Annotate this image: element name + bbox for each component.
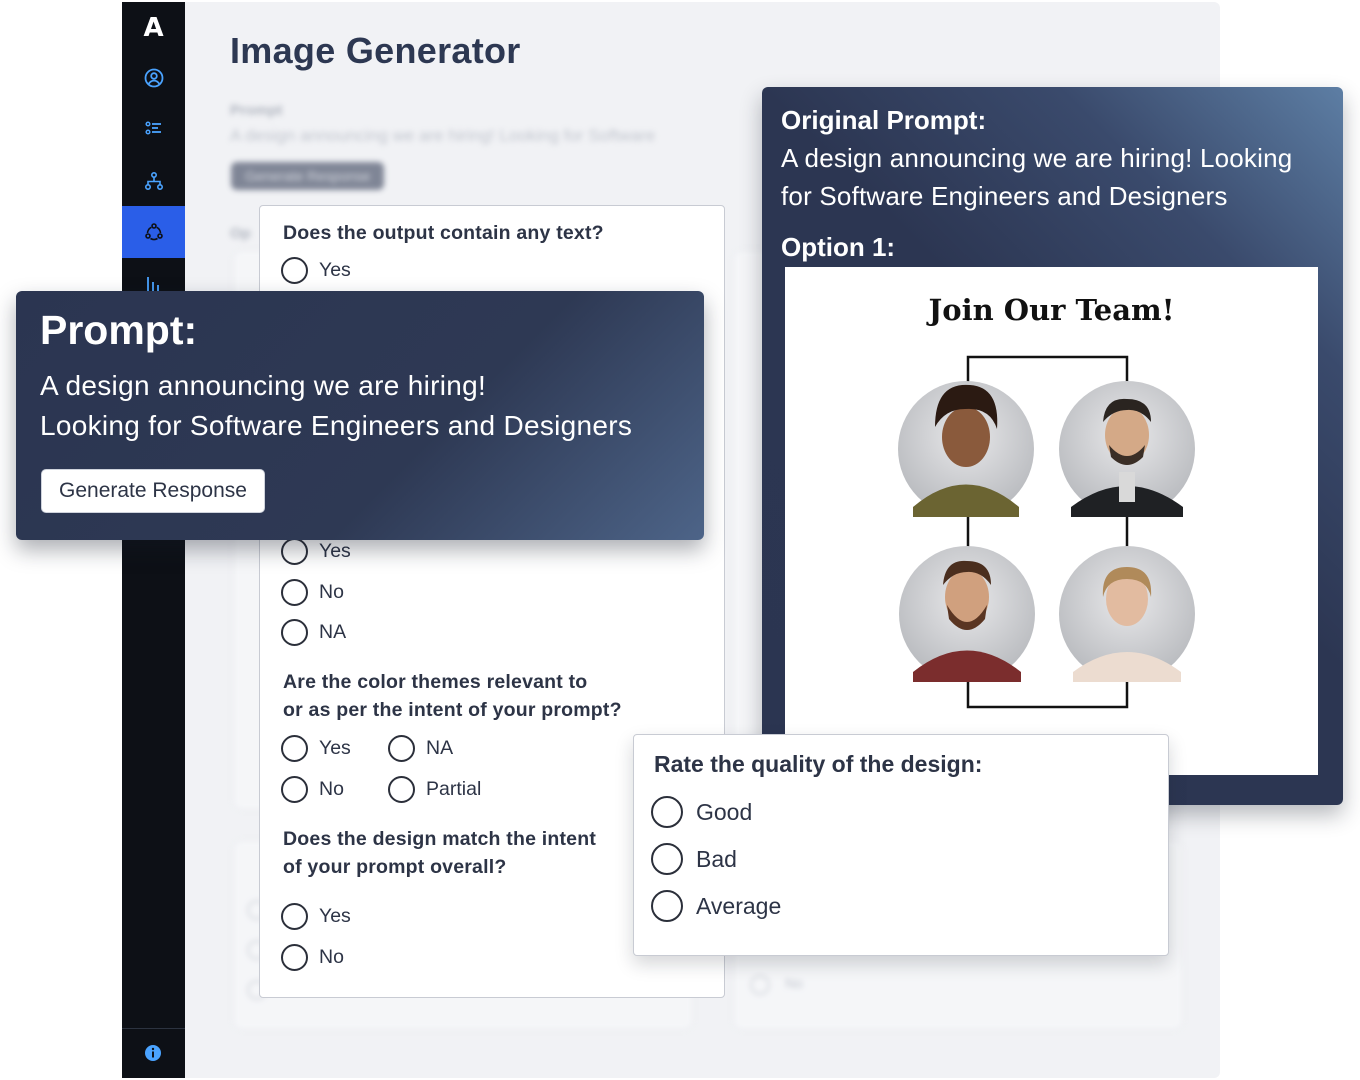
team-member-photo <box>898 381 1034 517</box>
prompt-title: Prompt: <box>40 307 198 353</box>
radio-button[interactable] <box>281 538 308 565</box>
original-prompt-panel: Original Prompt: A design announcing we … <box>762 87 1343 805</box>
radio-label: NA <box>426 737 454 759</box>
team-member-photo <box>1059 381 1195 517</box>
radio-button[interactable] <box>281 735 308 762</box>
radio-option[interactable]: Yes <box>281 538 351 565</box>
blurred-prompt-text: A design announcing we are hiring! Looki… <box>230 126 656 145</box>
prompt-text: A design announcing we are hiring! Looki… <box>40 366 700 446</box>
radio-button[interactable] <box>281 257 308 284</box>
question-line: Does the design match the intent <box>283 828 597 850</box>
radio-option[interactable]: No <box>281 776 344 803</box>
question-line: Are the color themes relevant to <box>283 671 588 693</box>
radio-option[interactable]: NA <box>281 619 346 646</box>
team-member-photo <box>899 546 1035 682</box>
question-text: Does the design match the intent of your… <box>283 825 596 881</box>
blurred-radio <box>750 975 770 995</box>
radio-label: No <box>319 778 344 800</box>
radio-button[interactable] <box>651 843 683 875</box>
sidebar-item-hierarchy[interactable] <box>122 155 185 207</box>
radio-option[interactable]: Yes <box>281 257 351 284</box>
radio-label: No <box>319 946 344 968</box>
radio-option-bad[interactable]: Bad <box>651 843 737 875</box>
sidebar-item-profile[interactable] <box>122 52 185 104</box>
radio-button[interactable] <box>281 944 308 971</box>
list-icon <box>144 121 161 135</box>
sidebar-item-workflow[interactable] <box>122 206 185 258</box>
radio-button[interactable] <box>388 735 415 762</box>
prompt-line: A design announcing we are hiring! <box>40 370 487 401</box>
radio-label: Average <box>696 892 782 919</box>
radio-button[interactable] <box>651 796 683 828</box>
original-prompt-line: for Software Engineers and Designers <box>781 181 1228 211</box>
sidebar-divider <box>122 1028 185 1029</box>
radio-label: No <box>319 581 344 603</box>
original-prompt-title: Original Prompt: <box>781 105 987 135</box>
radio-option[interactable]: No <box>281 944 344 971</box>
radio-label: Yes <box>319 737 351 759</box>
question-text: Does the output contain any text? <box>283 222 604 244</box>
app-logo: A <box>143 13 164 43</box>
rate-quality-card: Rate the quality of the design: Good Bad… <box>633 734 1169 956</box>
radio-label: Yes <box>319 905 351 927</box>
user-circle-icon <box>144 68 163 88</box>
blurred-generate-button: Generate Response <box>231 162 385 190</box>
radio-button[interactable] <box>388 776 415 803</box>
cycle-icon <box>144 223 163 241</box>
sidebar: A <box>122 2 185 1078</box>
prompt-line: Looking for Software Engineers and Desig… <box>40 410 633 441</box>
original-prompt-text: A design announcing we are hiring! Looki… <box>781 139 1341 215</box>
radio-button[interactable] <box>281 579 308 606</box>
radio-option[interactable]: Partial <box>388 776 481 803</box>
sidebar-item-tasks[interactable] <box>122 103 185 155</box>
radio-button[interactable] <box>281 776 308 803</box>
radio-button[interactable] <box>651 890 683 922</box>
question-line: of your prompt overall? <box>283 856 507 878</box>
info-icon[interactable] <box>143 1043 163 1063</box>
generate-response-button[interactable]: Generate Response <box>41 469 265 513</box>
radio-option-good[interactable]: Good <box>651 796 752 828</box>
radio-label: Partial <box>426 778 482 800</box>
option-label: Option 1: <box>781 232 896 262</box>
generated-design-image[interactable]: Join Our Team! <box>785 267 1318 775</box>
blurred-option-label: Op <box>230 225 251 242</box>
radio-label: Good <box>696 798 753 825</box>
radio-label: Bad <box>696 845 737 872</box>
radio-option[interactable]: Yes <box>281 735 351 762</box>
radio-option-average[interactable]: Average <box>651 890 781 922</box>
hierarchy-icon <box>144 171 163 191</box>
radio-label: NA <box>319 621 347 643</box>
radio-button[interactable] <box>281 903 308 930</box>
question-line: or as per the intent of your prompt? <box>283 699 622 721</box>
rating-question: Rate the quality of the design: <box>654 751 983 777</box>
prompt-panel: Prompt: A design announcing we are hirin… <box>16 291 704 540</box>
radio-option[interactable]: NA <box>388 735 453 762</box>
radio-label: Yes <box>319 259 351 281</box>
blurred-prompt-label: Prompt <box>230 102 283 119</box>
original-prompt-line: A design announcing we are hiring! Looki… <box>781 143 1293 173</box>
radio-option[interactable]: No <box>281 579 344 606</box>
team-member-photo <box>1059 546 1195 682</box>
radio-option[interactable]: Yes <box>281 903 351 930</box>
blurred-text: No <box>785 975 803 991</box>
page-title: Image Generator <box>230 30 521 71</box>
question-text: Are the color themes relevant to or as p… <box>283 668 622 724</box>
team-photo-grid <box>898 355 1195 709</box>
screen: Image Generator Prompt A design announci… <box>0 0 1360 1080</box>
radio-label: Yes <box>319 540 351 562</box>
radio-button[interactable] <box>281 619 308 646</box>
